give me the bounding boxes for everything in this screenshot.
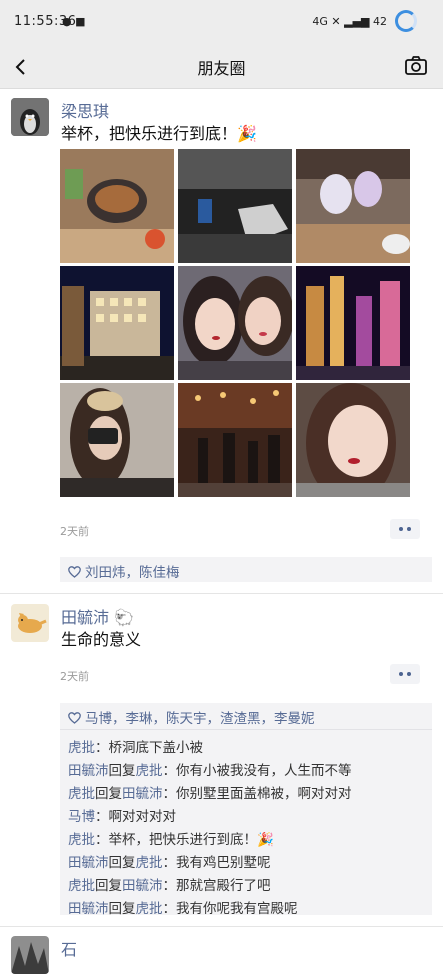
comment-author[interactable]: 田毓沛 [68, 901, 109, 917]
photo-grid [60, 149, 410, 497]
photo-thumbnail[interactable] [178, 149, 292, 263]
comment-author[interactable]: 马博 [68, 809, 95, 825]
post-author[interactable]: 梁思琪 [61, 98, 109, 122]
comment-item[interactable]: 虎批：桥洞底下盖小被 [68, 736, 203, 756]
comment-text: 举杯，把快乐进行到底！🎉 [108, 832, 274, 848]
camera-icon [405, 56, 427, 75]
reply-label: 回复 [108, 855, 136, 871]
post-time: 2天前 [60, 525, 89, 538]
dot-icon [399, 527, 403, 531]
comment-reply-target[interactable]: 虎批 [136, 763, 163, 779]
photo-thumbnail[interactable] [178, 383, 292, 497]
comment-author[interactable]: 田毓沛 [68, 855, 109, 871]
more-actions-button[interactable] [390, 664, 420, 684]
like-names[interactable]: 马博，李琳，陈天宇，渣渣黑，李曼妮 [85, 711, 315, 727]
dot-icon [399, 672, 403, 676]
comment-author[interactable]: 虎批 [68, 740, 95, 756]
heart-icon [68, 566, 81, 578]
comment-text: 啊对对对对 [108, 809, 177, 825]
camera-button[interactable] [403, 53, 429, 79]
divider [0, 593, 443, 594]
reply-label: 回复 [95, 786, 122, 802]
comment-colon: ： [162, 786, 177, 802]
dot-icon [407, 527, 411, 531]
comment-colon: ： [95, 740, 109, 756]
post-author[interactable]: 田毓沛 🐑 [61, 604, 134, 628]
comment-reply-target[interactable]: 田毓沛 [122, 786, 163, 802]
comment-reply-target[interactable]: 虎批 [136, 855, 163, 871]
avatar[interactable] [11, 604, 49, 642]
battery-ring-icon [395, 10, 417, 32]
heart-icon [68, 712, 81, 724]
comment-colon: ： [162, 901, 177, 917]
reply-label: 回复 [108, 901, 136, 917]
comment-item[interactable]: 田毓沛回复虎批：我有你呢我有宫殿呢 [68, 897, 298, 917]
post-author[interactable]: 石 [61, 936, 77, 960]
comment-colon: ： [162, 878, 177, 894]
divider [0, 926, 443, 927]
avatar[interactable] [11, 98, 49, 136]
comment-item[interactable]: 田毓沛回复虎批：我有鸡巴别墅呢 [68, 851, 271, 871]
comment-item[interactable]: 虎批回复田毓沛：你别墅里面盖棉被，啊对对对 [68, 782, 352, 802]
reply-label: 回复 [95, 878, 122, 894]
likes-divider [60, 729, 432, 730]
more-actions-button[interactable] [390, 519, 420, 539]
network-label: 4G [312, 15, 328, 28]
status-bar: 11:55:36 ● ■ 4G ✕ ▂▄▆ 42 [0, 0, 443, 46]
post-text: 生命的意义 [61, 630, 142, 649]
comment-item[interactable]: 虎批回复田毓沛：那就宫殿行了吧 [68, 874, 271, 894]
photo-thumbnail[interactable] [60, 383, 174, 497]
battery-text: 42 [373, 15, 387, 28]
reply-label: 回复 [108, 763, 136, 779]
comment-text: 我有你呢我有宫殿呢 [176, 901, 298, 917]
comment-text: 你别墅里面盖棉被，啊对对对 [176, 786, 352, 802]
comment-author[interactable]: 虎批 [68, 832, 95, 848]
page-title: 朋友圈 [197, 59, 246, 78]
comment-author[interactable]: 虎批 [68, 878, 95, 894]
dot-icon [407, 672, 411, 676]
likes-box: 刘田炜，陈佳梅 [60, 557, 432, 582]
photo-thumbnail[interactable] [60, 149, 174, 263]
comment-reply-target[interactable]: 虎批 [136, 901, 163, 917]
comment-colon: ： [95, 832, 109, 848]
comment-reply-target[interactable]: 田毓沛 [122, 878, 163, 894]
interaction-box: 马博，李琳，陈天宇，渣渣黑，李曼妮 虎批：桥洞底下盖小被 田毓沛回复虎批：你有小被… [60, 703, 432, 917]
comment-colon: ： [162, 855, 177, 871]
like-names[interactable]: 刘田炜，陈佳梅 [85, 565, 180, 581]
comment-item[interactable]: 田毓沛回复虎批：你有小被我没有，人生而不等 [68, 759, 352, 779]
photo-thumbnail[interactable] [296, 383, 410, 497]
comment-colon: ： [95, 809, 109, 825]
avatar[interactable] [11, 936, 49, 974]
status-signal: 4G ✕ ▂▄▆ 42 [312, 15, 387, 28]
comment-text: 那就宫殿行了吧 [176, 878, 271, 894]
photo-thumbnail[interactable] [296, 149, 410, 263]
post-time: 2天前 [60, 670, 89, 683]
post-text: 举杯，把快乐进行到底！🎉 [61, 124, 257, 143]
comment-item[interactable]: 虎批：举杯，把快乐进行到底！🎉 [68, 828, 274, 848]
photo-thumbnail[interactable] [178, 266, 292, 380]
comment-author[interactable]: 虎批 [68, 786, 95, 802]
comment-item[interactable]: 马博：啊对对对对 [68, 805, 176, 825]
comment-author[interactable]: 田毓沛 [68, 763, 109, 779]
likes-row: 刘田炜，陈佳梅 [68, 561, 180, 581]
status-notification-icons: ● ■ [62, 15, 86, 28]
likes-row: 马博，李琳，陈天宇，渣渣黑，李曼妮 [68, 707, 315, 727]
photo-thumbnail[interactable] [60, 266, 174, 380]
nav-bar: 朋友圈 [0, 46, 443, 89]
photo-thumbnail[interactable] [296, 266, 410, 380]
comment-colon: ： [162, 763, 177, 779]
comment-text: 你有小被我没有，人生而不等 [176, 763, 352, 779]
comment-text: 桥洞底下盖小被 [108, 740, 204, 756]
comment-text: 我有鸡巴别墅呢 [176, 855, 271, 871]
